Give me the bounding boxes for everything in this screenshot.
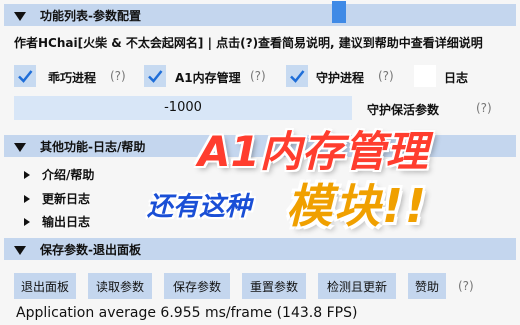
load-params-button[interactable]: 读取参数: [88, 273, 152, 299]
tree-item-label: 介绍/帮助: [42, 168, 95, 182]
chevron-right-icon: [24, 194, 30, 203]
section-title: 功能列表-参数配置: [40, 8, 141, 23]
checkbox-a1-memory[interactable]: [144, 65, 166, 87]
section-title: 其他功能-日志/帮助: [40, 139, 146, 154]
slider-value: -1000: [164, 100, 202, 115]
check-update-button[interactable]: 检测且更新: [318, 273, 396, 299]
tree-item-label: 更新日志: [42, 192, 91, 206]
author-info: 作者HChai[火柴 & 不太会起网名] | 点击(?)查看简易说明, 建议到帮…: [14, 36, 483, 50]
slider-handle[interactable]: [332, 1, 346, 23]
chevron-right-icon: [24, 217, 30, 226]
tree-item-help[interactable]: 介绍/帮助: [24, 166, 94, 183]
chevron-down-icon: [14, 142, 26, 152]
help-link[interactable]: (?): [378, 69, 394, 83]
help-link[interactable]: (?): [476, 101, 492, 115]
checkbox-label: 守护进程: [316, 71, 365, 85]
check-icon: [148, 70, 163, 83]
help-link[interactable]: (?): [458, 279, 474, 293]
chevron-down-icon: [14, 11, 26, 21]
tree-item-changelog[interactable]: 更新日志: [24, 190, 90, 207]
chevron-down-icon: [14, 245, 26, 255]
checkbox-log[interactable]: [414, 65, 436, 87]
checkbox-label: 日志: [444, 71, 469, 85]
tree-item-label: 输出日志: [42, 215, 91, 229]
chevron-right-icon: [24, 170, 30, 179]
section-header-config[interactable]: 功能列表-参数配置: [4, 4, 516, 26]
section-title: 保存参数-退出面板: [40, 242, 141, 257]
fps-readout: Application average 6.955 ms/frame (143.…: [16, 305, 358, 321]
help-link[interactable]: (?): [250, 69, 266, 83]
guard-param-slider[interactable]: -1000: [14, 96, 352, 120]
slider-label: 守护保活参数: [367, 103, 440, 117]
save-params-button[interactable]: 保存参数: [164, 273, 230, 299]
tree-item-output-log[interactable]: 输出日志: [24, 213, 90, 230]
exit-panel-button[interactable]: 退出面板: [14, 273, 76, 299]
checkbox-label: A1内存管理: [175, 71, 241, 85]
checkbox-label: 乖巧进程: [48, 71, 97, 85]
section-header-save[interactable]: 保存参数-退出面板: [4, 238, 516, 260]
overlay-highlight: 模块!!: [286, 179, 428, 233]
check-icon: [290, 70, 305, 83]
help-link[interactable]: (?): [110, 69, 126, 83]
checkbox-row: 乖巧进程 (?) A1内存管理 (?) 守护进程 (?) 日志: [10, 63, 510, 89]
overlay-subtitle: 还有这种: [147, 192, 252, 222]
check-icon: [18, 70, 33, 83]
reset-params-button[interactable]: 重置参数: [242, 273, 306, 299]
checkbox-guard-process[interactable]: [286, 65, 308, 87]
checkbox-obedient-process[interactable]: [14, 65, 36, 87]
donate-button[interactable]: 赞助: [408, 273, 446, 299]
